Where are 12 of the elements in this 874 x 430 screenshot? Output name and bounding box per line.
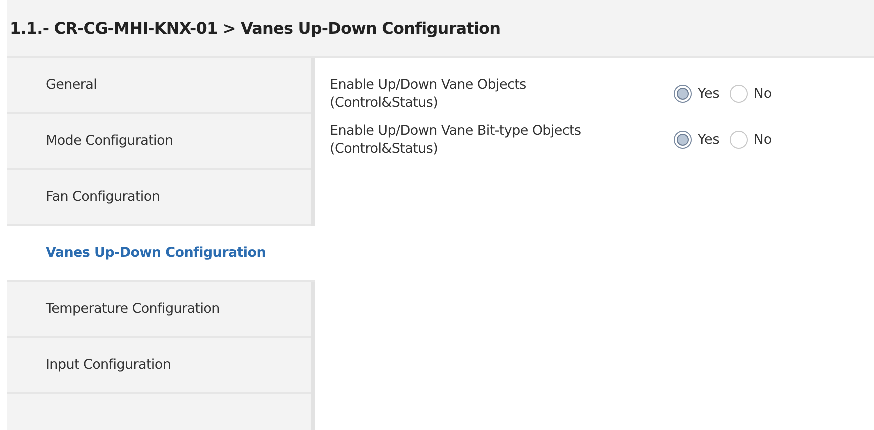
option-label[interactable]: Yes [698, 132, 720, 148]
radio-button[interactable] [730, 85, 748, 103]
option-label[interactable]: No [754, 132, 772, 148]
radio-button[interactable] [674, 131, 692, 149]
option-label[interactable]: Yes [698, 86, 720, 102]
sidebar-item[interactable]: Vanes Up-Down Configuration [7, 226, 315, 282]
radio-button[interactable] [674, 85, 692, 103]
parameter-label: Enable Up/Down Vane Bit-type Objects (Control&Status) [330, 122, 582, 158]
radio-button[interactable] [730, 131, 748, 149]
option-label[interactable]: No [754, 86, 772, 102]
parameter-label: Enable Up/Down Vane Objects (Control&Status) [330, 76, 528, 112]
page-title: 1.1.- CR-CG-MHI-KNX-01 > Vanes Up-Down Configuration [10, 18, 501, 38]
